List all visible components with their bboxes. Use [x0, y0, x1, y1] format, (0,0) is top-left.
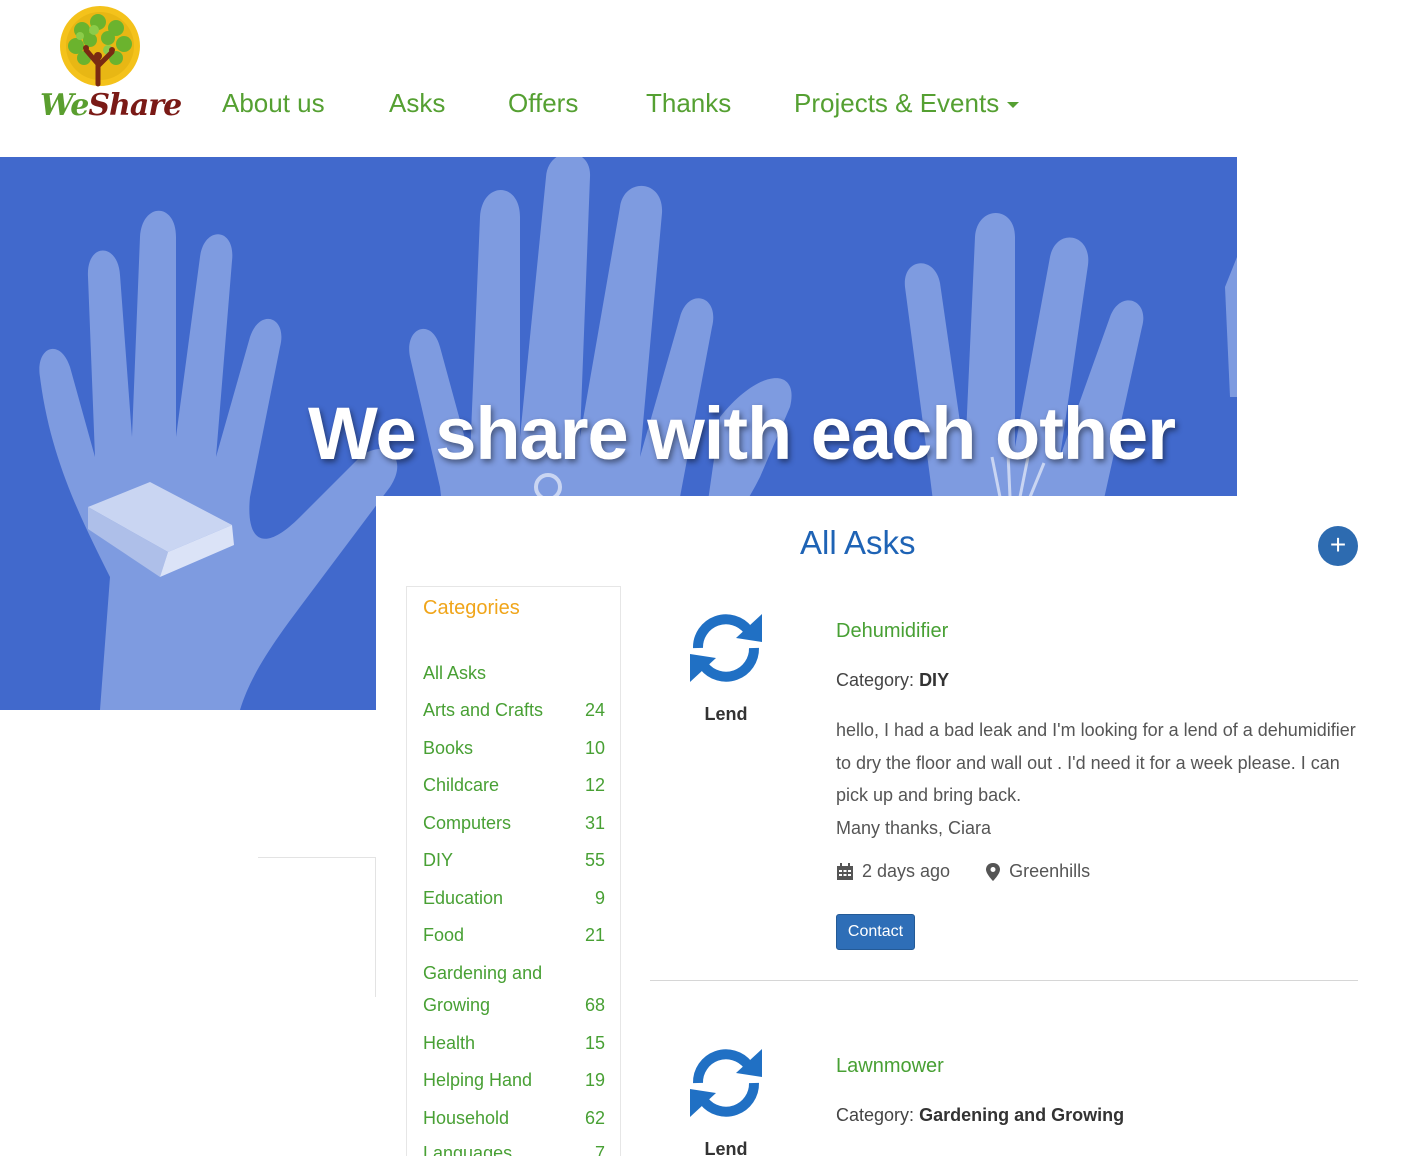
category-count: 10: [584, 738, 605, 758]
category-name: Computers: [423, 813, 512, 833]
logo-text-share: Share: [88, 88, 182, 123]
categories-title: Categories: [423, 597, 520, 619]
category-item-all-asks[interactable]: All Asks: [423, 657, 605, 689]
add-ask-button[interactable]: +: [1318, 526, 1358, 566]
category-count: 31: [584, 813, 605, 833]
listing-date: 2 days ago: [836, 861, 950, 882]
category-item-languages[interactable]: Languages 7: [423, 1137, 605, 1156]
category-count: 19: [584, 1070, 605, 1090]
listing-date-text: 2 days ago: [862, 860, 951, 881]
caret-down-icon: [1007, 102, 1020, 109]
category-item-gardening-and-growing[interactable]: Gardening and Growing 68: [423, 957, 605, 1021]
hero-title: We share with each other: [308, 392, 1176, 475]
page: WeShare About us Asks Offers Thanks Proj…: [0, 0, 1402, 1156]
divider-line: [258, 857, 376, 858]
logo-text-we: We: [40, 88, 89, 123]
contact-button[interactable]: Contact: [836, 914, 915, 950]
listing-meta: 2 days ago Greenhills: [836, 860, 1090, 882]
listing-type-label: Lend: [704, 704, 748, 724]
category-name: Education: [423, 888, 504, 908]
page-title: All Asks: [800, 524, 916, 561]
category-item-arts-and-crafts[interactable]: Arts and Crafts 24: [423, 694, 605, 726]
listing-type-label: Lend: [704, 1139, 748, 1156]
sync-arrows-icon: [686, 1043, 766, 1123]
category-item-computers[interactable]: Computers 31: [423, 807, 605, 839]
category-name: Helping Hand: [423, 1070, 533, 1090]
listing-title[interactable]: Dehumidifier: [836, 620, 948, 643]
category-item-health[interactable]: Health 15: [423, 1027, 605, 1059]
site-header: WeShare About us Asks Offers Thanks Proj…: [0, 0, 1402, 157]
listing-category: Category: DIY: [836, 670, 949, 691]
category-count: 68: [584, 995, 605, 1015]
listing-divider: [650, 980, 1358, 981]
listing-title[interactable]: Lawnmower: [836, 1055, 944, 1078]
category-count: 21: [584, 925, 605, 945]
logo-wordmark[interactable]: WeShare: [40, 88, 182, 123]
category-item-helping-hand[interactable]: Helping Hand 19: [423, 1064, 605, 1096]
category-name: Household: [423, 1108, 510, 1128]
listing-category-value: DIY: [919, 670, 950, 690]
nav-asks[interactable]: Asks: [389, 88, 445, 119]
category-count: 55: [584, 850, 605, 870]
category-item-childcare[interactable]: Childcare 12: [423, 769, 605, 801]
listing-description-text: hello, I had a bad leak and I'm looking …: [836, 720, 1356, 805]
category-count: 24: [584, 700, 605, 720]
listing-category-label: Category:: [836, 670, 915, 690]
category-name: Languages: [423, 1143, 513, 1156]
listing-signoff: Many thanks, Ciara: [836, 817, 992, 838]
category-count: 62: [584, 1108, 605, 1128]
nav-projects-events-label: Projects & Events: [794, 88, 1000, 118]
listing-description: hello, I had a bad leak and I'm looking …: [836, 714, 1356, 844]
nav-thanks[interactable]: Thanks: [646, 88, 731, 119]
calendar-icon: [837, 863, 853, 880]
asks-panel: All Asks + Categories All Asks Arts and …: [376, 496, 1402, 1156]
nav-about-us[interactable]: About us: [222, 88, 325, 119]
listing-category: Category: Gardening and Growing: [836, 1105, 1124, 1126]
category-name: All Asks: [423, 663, 487, 683]
categories-sidebar: Categories All Asks Arts and Crafts 24 B…: [406, 586, 621, 1156]
category-name: Childcare: [423, 775, 500, 795]
category-count: 7: [594, 1143, 605, 1156]
category-count: 12: [584, 775, 605, 795]
nav-projects-events[interactable]: Projects & Events: [794, 88, 1020, 119]
category-item-books[interactable]: Books 10: [423, 732, 605, 764]
category-name: Arts and Crafts: [423, 700, 544, 720]
category-name: DIY: [423, 850, 454, 870]
category-count: 9: [594, 888, 605, 908]
category-name: Health: [423, 1033, 476, 1053]
listing-location: Greenhills: [985, 861, 1090, 882]
category-item-diy[interactable]: DIY 55: [423, 844, 605, 876]
category-name: Books: [423, 738, 474, 758]
listing-location-text: Greenhills: [1009, 860, 1091, 881]
category-name: Gardening and Growing: [423, 963, 543, 1015]
listing-category-label: Category:: [836, 1105, 915, 1125]
category-item-food[interactable]: Food 21: [423, 919, 605, 951]
listing-category-value: Gardening and Growing: [919, 1105, 1125, 1125]
category-count: 15: [584, 1033, 605, 1053]
map-pin-icon: [986, 863, 1001, 881]
category-item-household[interactable]: Household 62: [423, 1102, 605, 1134]
sync-arrows-icon: [686, 608, 766, 688]
nav-offers[interactable]: Offers: [508, 88, 578, 119]
category-name: Food: [423, 925, 465, 945]
category-item-education[interactable]: Education 9: [423, 882, 605, 914]
